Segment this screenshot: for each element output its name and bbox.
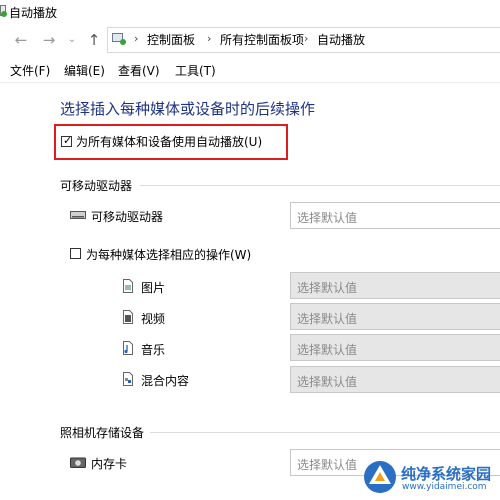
back-button[interactable]: ← — [12, 31, 30, 49]
select-value: 选择默认值 — [297, 458, 358, 472]
removable-drive-label: 可移动驱动器 — [91, 210, 164, 224]
per-media-label[interactable]: 为每种媒体选择相应的操作(W) — [86, 246, 251, 263]
window-title: 自动播放 — [9, 6, 58, 20]
media-row-label: 音乐 — [141, 343, 166, 357]
breadcrumb-separator-icon: › — [304, 32, 309, 45]
page-title: 选择插入每种媒体或设备时的后续操作 — [60, 100, 316, 118]
per-media-checkbox[interactable] — [70, 248, 81, 259]
menu-file[interactable]: 文件(F) — [10, 62, 50, 79]
breadcrumb-control-panel[interactable]: 控制面板 — [147, 31, 195, 48]
memory-card-icon — [70, 457, 86, 468]
removable-drives-section-label: 可移动驱动器 — [60, 179, 133, 193]
media-row-label: 图片 — [141, 281, 166, 295]
use-autoplay-label[interactable]: 为所有媒体和设备使用自动播放(U) — [76, 133, 262, 150]
control-panel-icon — [112, 33, 126, 45]
breadcrumb-autoplay[interactable]: 自动播放 — [317, 31, 365, 48]
mixed-content-default-select[interactable]: 选择默认值 — [290, 366, 500, 393]
picture-file-icon — [123, 279, 133, 293]
use-autoplay-checkbox[interactable]: ✓ — [61, 134, 73, 147]
up-button[interactable]: ↑ — [85, 31, 103, 49]
menu-tools[interactable]: 工具(T) — [175, 62, 216, 79]
watermark-url: www.yidaimei.com — [402, 482, 487, 492]
recent-locations-chevron-icon[interactable]: ⌄ — [63, 31, 81, 49]
media-row-label: 混合内容 — [141, 374, 190, 388]
picture-default-select[interactable]: 选择默认值 — [290, 272, 500, 299]
camera-storage-section-label: 照相机存储设备 — [60, 426, 145, 440]
video-file-icon — [123, 310, 133, 324]
menu-bar: 文件(F) 编辑(E) 查看(V) 工具(T) — [0, 56, 500, 83]
memory-card-label: 内存卡 — [91, 457, 128, 471]
checkmark-icon: ✓ — [63, 134, 73, 147]
music-default-select[interactable]: 选择默认值 — [290, 334, 500, 361]
media-row-label: 视频 — [141, 312, 166, 326]
section-divider — [150, 432, 500, 433]
music-file-icon — [123, 341, 133, 355]
menu-view[interactable]: 查看(V) — [118, 62, 160, 79]
section-divider — [140, 185, 500, 186]
removable-drive-icon — [70, 211, 86, 219]
title-bar: 自动播放 — [0, 0, 500, 26]
select-value: 选择默认值 — [297, 312, 358, 326]
select-value: 选择默认值 — [297, 375, 358, 389]
breadcrumb-all-items[interactable]: 所有控制面板项 — [220, 31, 304, 48]
mixed-content-file-icon — [123, 372, 133, 386]
breadcrumb-separator-icon: › — [134, 32, 139, 45]
select-value: 选择默认值 — [297, 343, 358, 357]
select-value: 选择默认值 — [297, 211, 358, 225]
menu-edit[interactable]: 编辑(E) — [64, 62, 105, 79]
removable-drive-default-select[interactable]: 选择默认值 — [290, 202, 500, 229]
video-default-select[interactable]: 选择默认值 — [290, 303, 500, 330]
watermark-title: 纯净系统家园 — [401, 465, 492, 483]
watermark-logo-icon — [364, 461, 396, 493]
breadcrumb-separator-icon: › — [207, 32, 212, 45]
forward-button[interactable]: → — [40, 31, 58, 49]
select-value: 选择默认值 — [297, 281, 358, 295]
address-bar[interactable]: › 控制面板 › 所有控制面板项 › 自动播放 — [107, 27, 500, 53]
